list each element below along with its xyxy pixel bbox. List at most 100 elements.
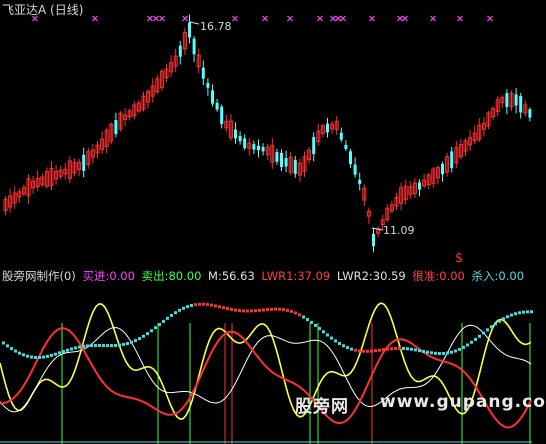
- m-dot: [310, 320, 313, 324]
- candle-body-down: [326, 123, 329, 133]
- m-dot: [54, 352, 57, 356]
- candle-body-down: [450, 151, 454, 169]
- m-dot: [50, 353, 53, 357]
- m-dot: [302, 315, 305, 319]
- m-dot: [234, 308, 237, 312]
- candle-body-down: [358, 179, 362, 184]
- m-dot: [474, 337, 477, 341]
- m-dot: [478, 334, 481, 338]
- m-dot: [362, 349, 365, 353]
- m-dot: [422, 349, 425, 353]
- m-dot: [406, 347, 409, 351]
- m-dot: [326, 333, 329, 337]
- red-line: [0, 327, 532, 429]
- m-dot: [186, 305, 189, 309]
- m-dot: [118, 343, 121, 347]
- candle-body-down: [188, 22, 191, 38]
- signal-cross: [340, 15, 346, 22]
- signal-cross: [147, 15, 153, 22]
- signal-cross: [159, 15, 165, 22]
- indicator-item-lwr1: LWR1:37.09: [261, 269, 331, 283]
- signal-cross: [402, 15, 408, 22]
- m-dot: [78, 345, 81, 349]
- indicator-item-m: M:56.63: [208, 269, 255, 283]
- m-dot: [190, 303, 193, 307]
- m-dot: [210, 303, 213, 307]
- m-dot: [98, 343, 101, 347]
- m-dot: [502, 317, 505, 321]
- m-dot: [138, 337, 141, 341]
- signal-cross: [397, 15, 403, 22]
- m-dot: [374, 349, 377, 353]
- m-dot: [198, 302, 201, 306]
- candle-body-down: [441, 163, 444, 175]
- m-dot: [102, 344, 105, 348]
- m-dot: [142, 334, 145, 338]
- high-arrow: [189, 21, 200, 25]
- m-dot: [414, 348, 417, 352]
- m-dot: [382, 348, 385, 352]
- candle-body-down: [353, 164, 357, 175]
- candle-body-down: [220, 106, 224, 125]
- candle-body-down: [528, 109, 532, 118]
- indicator-chart: [0, 302, 533, 444]
- m-dot: [358, 349, 361, 353]
- m-dot: [254, 309, 257, 313]
- m-dot: [34, 355, 37, 359]
- m-dot: [450, 350, 453, 354]
- m-dot: [170, 313, 173, 317]
- candle-body-down: [349, 151, 352, 165]
- candle-body-down: [514, 94, 518, 106]
- m-dot: [298, 313, 301, 317]
- signal-cross: [287, 15, 293, 22]
- m-dot: [58, 351, 61, 355]
- m-dot: [90, 344, 93, 348]
- m-dot: [82, 344, 85, 348]
- dollar-signal: $: [455, 251, 463, 262]
- m-dot: [430, 351, 433, 355]
- m-dot: [486, 328, 489, 332]
- m-dot: [390, 347, 393, 351]
- m-dot: [462, 345, 465, 349]
- m-dot: [154, 326, 157, 330]
- candlestick-panel[interactable]: 16.78 11.09 $ 飞亚达A (日线): [0, 0, 546, 262]
- m-dot: [86, 344, 89, 348]
- m-dot: [126, 342, 129, 346]
- indicator-panel[interactable]: 股旁网制作(0) 买进:0.00 卖出:80.00 M:56.63 LWR1:3…: [0, 268, 546, 444]
- m-dot: [494, 322, 497, 326]
- m-dot: [242, 309, 245, 313]
- low-price-label: 11.09: [383, 224, 415, 237]
- m-dot: [246, 309, 249, 313]
- m-dot: [194, 303, 197, 307]
- m-dot: [218, 305, 221, 309]
- m-dot: [410, 347, 413, 351]
- m-dot: [230, 307, 233, 311]
- m-dot: [202, 302, 205, 306]
- m-dot: [506, 315, 509, 319]
- m-dot: [334, 339, 337, 343]
- m-dot: [482, 331, 485, 335]
- candle-body-down: [261, 146, 265, 152]
- signal-cross: [330, 15, 336, 22]
- indicator-item-hz: 很准:0.00: [412, 269, 465, 283]
- stock-title: 飞亚达A (日线): [2, 3, 84, 17]
- m-dot: [226, 307, 229, 311]
- indicator-item-lwr2: LWR2:30.59: [336, 269, 406, 283]
- m-dot: [110, 344, 113, 348]
- watermark-left: 股旁网: [295, 397, 349, 417]
- m-dot: [278, 307, 281, 311]
- high-price-label: 16.78: [200, 20, 232, 33]
- candle-body-down: [206, 83, 210, 88]
- indicator-item-sell: 卖出:80.00: [141, 269, 202, 283]
- m-dot: [522, 310, 525, 314]
- m-dot: [70, 347, 73, 351]
- candle-body-down: [280, 152, 283, 168]
- m-dot: [510, 313, 513, 317]
- m-dot: [418, 349, 421, 353]
- candle-body-down: [505, 93, 509, 107]
- candle-body-down: [215, 102, 219, 110]
- m-dot: [66, 348, 69, 352]
- m-dot: [214, 304, 217, 308]
- signal-cross: [430, 15, 436, 22]
- watermark-right: www.gupang.com: [380, 392, 546, 412]
